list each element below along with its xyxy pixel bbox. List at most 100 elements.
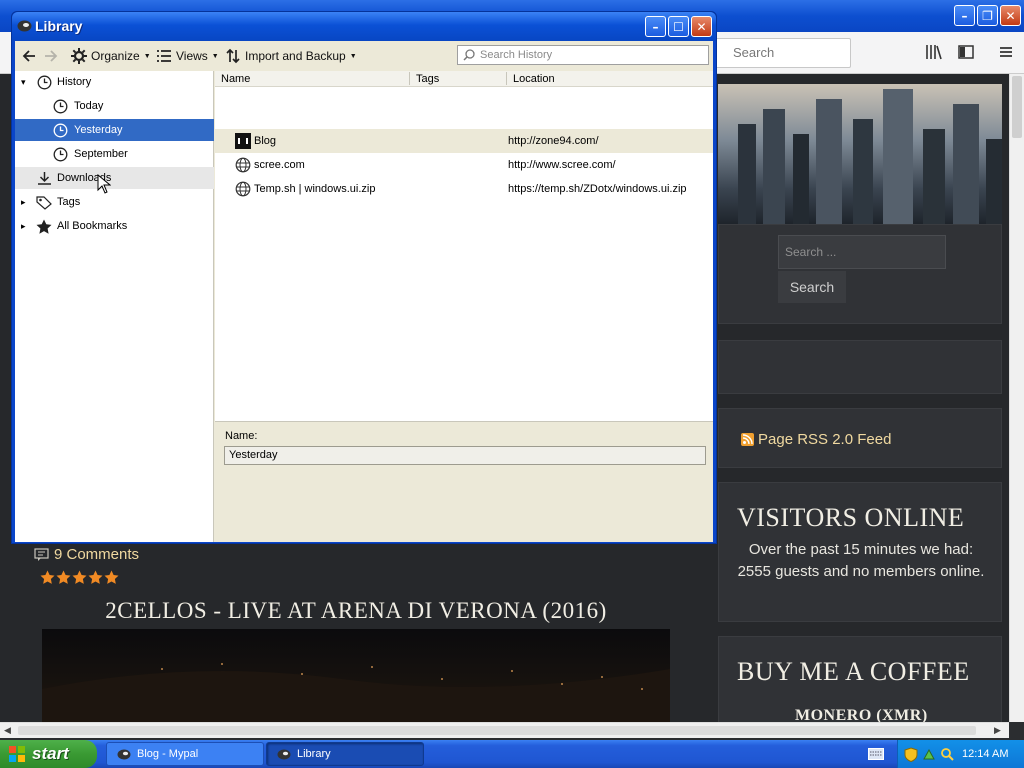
visitors-heading: VISITORS ONLINE xyxy=(737,503,965,532)
library-body: Organize ▼ Views ▼ Import and Backup ▼ S… xyxy=(15,41,713,542)
vertical-scrollbar-thumb[interactable] xyxy=(1012,76,1022,138)
library-maximize-button[interactable]: ☐ xyxy=(668,16,689,37)
video-thumbnail[interactable] xyxy=(42,629,670,722)
taskbar: start Blog - Mypal Library 12:14 AM xyxy=(0,740,1024,768)
import-export-icon xyxy=(226,48,240,64)
comments-link[interactable]: 9 Comments xyxy=(34,546,139,563)
sidebar-icon[interactable] xyxy=(958,44,974,60)
star-icon xyxy=(36,219,52,234)
app-icon xyxy=(17,18,32,33)
name-field-value: Yesterday xyxy=(229,449,278,461)
network-icon xyxy=(923,748,935,759)
horizontal-scrollbar-thumb[interactable] xyxy=(18,726,976,735)
tree-item-tags[interactable]: ▸ Tags xyxy=(15,191,214,213)
sidebar-search-input[interactable]: Search ... xyxy=(778,235,946,269)
browser-search-input[interactable]: Search xyxy=(712,38,851,68)
history-search-placeholder: Search History xyxy=(480,49,553,61)
row-name: scree.com xyxy=(254,159,305,171)
library-close-button[interactable]: ✕ xyxy=(691,16,712,37)
sidebar-search-button[interactable]: Search xyxy=(778,271,846,303)
organize-button[interactable]: Organize ▼ xyxy=(71,48,151,64)
scroll-right-arrow-icon[interactable]: ▶ xyxy=(994,726,1001,736)
rss-panel: Page RSS 2.0 Feed xyxy=(718,408,1002,468)
caret-down-icon: ▼ xyxy=(211,52,219,60)
chevron-right-icon[interactable]: ▸ xyxy=(21,197,35,208)
vertical-scrollbar[interactable] xyxy=(1009,74,1024,722)
table-row[interactable]: scree.com http://www.scree.com/ xyxy=(215,153,713,177)
row-location: http://www.scree.com/ xyxy=(508,159,616,171)
menu-icon[interactable] xyxy=(998,44,1014,60)
tree-item-label: Tags xyxy=(57,196,81,208)
clock-icon xyxy=(53,99,68,113)
organize-label: Organize xyxy=(91,49,140,63)
table-row[interactable]: Blog http://zone94.com/ xyxy=(215,129,713,153)
taskbar-item-library[interactable]: Library xyxy=(266,742,424,766)
star-rating-icon xyxy=(88,570,103,584)
start-button[interactable]: start xyxy=(0,740,97,768)
visitors-panel: VISITORS ONLINE Over the past 15 minutes… xyxy=(718,482,1002,622)
library-icon[interactable] xyxy=(926,44,942,60)
header-city-image xyxy=(718,84,1002,224)
tree-item-today[interactable]: Today xyxy=(15,95,214,117)
library-titlebar[interactable]: Library – ☐ ✕ xyxy=(12,12,716,41)
mouse-cursor-icon xyxy=(97,174,111,194)
close-button[interactable]: ✕ xyxy=(1000,5,1021,26)
restore-button[interactable]: ❐ xyxy=(977,5,998,26)
row-name: Blog xyxy=(254,135,277,147)
tree-item-yesterday[interactable]: Yesterday xyxy=(15,119,214,141)
rss-link[interactable]: Page RSS 2.0 Feed xyxy=(741,431,891,448)
tree-item-label: Yesterday xyxy=(74,124,123,136)
clock-icon xyxy=(53,147,68,161)
search-icon xyxy=(463,49,475,61)
tree-item-downloads[interactable]: Downloads xyxy=(15,167,214,189)
keyboard-icon[interactable] xyxy=(868,748,884,760)
row-location: https://temp.sh/ZDotx/windows.ui.zip xyxy=(508,183,687,195)
name-field[interactable]: Yesterday xyxy=(224,446,706,465)
tree-item-history[interactable]: ▾ History xyxy=(15,71,214,93)
chevron-down-icon[interactable]: ▾ xyxy=(21,77,35,88)
globe-icon xyxy=(235,157,251,173)
forward-arrow-icon[interactable] xyxy=(43,48,59,64)
details-pane: Name: Yesterday xyxy=(215,421,713,542)
sidebar-search-button-label: Search xyxy=(789,279,835,295)
star-rating-icon xyxy=(56,570,71,584)
column-tags-header[interactable]: Tags xyxy=(416,73,439,85)
clock-icon xyxy=(53,123,68,137)
history-search-input[interactable]: Search History xyxy=(457,45,709,65)
browser-icon xyxy=(117,749,131,760)
system-tray: 12:14 AM xyxy=(897,740,1024,768)
library-minimize-button[interactable]: – xyxy=(645,16,666,37)
list-view-icon xyxy=(157,50,171,62)
tree-item-label: Today xyxy=(74,100,104,112)
views-button[interactable]: Views ▼ xyxy=(156,48,219,64)
column-separator[interactable] xyxy=(409,72,410,85)
download-icon xyxy=(38,171,51,185)
globe-icon xyxy=(235,181,251,197)
coffee-heading: BUY ME A COFFEE xyxy=(737,657,970,686)
back-arrow-icon[interactable] xyxy=(21,48,37,64)
comment-icon xyxy=(34,548,49,561)
horizontal-scrollbar[interactable]: ◀ ▶ xyxy=(0,722,1009,738)
post-title[interactable]: 2CELLOS - LIVE AT ARENA DI VERONA (2016) xyxy=(42,598,670,624)
minimize-button[interactable]: – xyxy=(954,5,975,26)
system-clock[interactable]: 12:14 AM xyxy=(962,748,1008,760)
scroll-left-arrow-icon[interactable]: ◀ xyxy=(4,726,11,736)
history-list: Name Tags Location Blog http://zone94.co… xyxy=(215,71,713,421)
table-row[interactable]: Temp.sh | windows.ui.zip https://temp.sh… xyxy=(215,177,713,201)
column-name-header[interactable]: Name xyxy=(221,73,250,85)
taskbar-item-label: Blog - Mypal xyxy=(137,748,199,760)
clock-icon xyxy=(37,75,52,89)
chevron-right-icon[interactable]: ▸ xyxy=(21,221,35,232)
library-toolbar: Organize ▼ Views ▼ Import and Backup ▼ S… xyxy=(15,41,713,71)
tree-item-september[interactable]: September xyxy=(15,143,214,165)
column-location-header[interactable]: Location xyxy=(513,73,555,85)
star-rating-icon xyxy=(40,570,55,584)
taskbar-item-blog[interactable]: Blog - Mypal xyxy=(106,742,264,766)
library-window: Library – ☐ ✕ Organize ▼ Views ▼ Import … xyxy=(11,11,717,544)
column-separator[interactable] xyxy=(506,72,507,85)
views-label: Views xyxy=(176,49,208,63)
row-location: http://zone94.com/ xyxy=(508,135,599,147)
gear-icon xyxy=(71,48,87,64)
import-backup-button[interactable]: Import and Backup ▼ xyxy=(225,48,357,64)
tree-item-all-bookmarks[interactable]: ▸ All Bookmarks xyxy=(15,215,214,237)
